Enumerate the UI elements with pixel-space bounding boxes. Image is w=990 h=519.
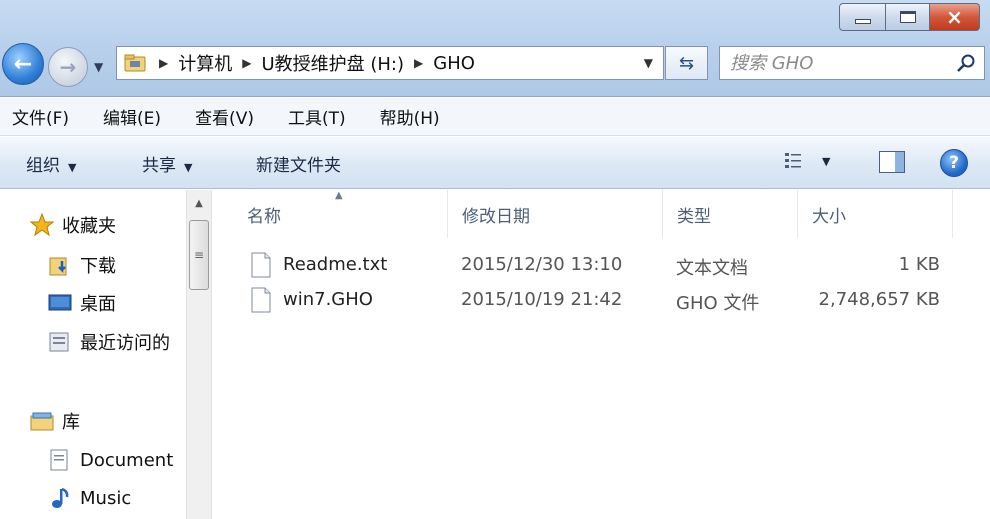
maximize-button[interactable] xyxy=(886,3,930,31)
file-type: 文本文档 xyxy=(676,258,748,279)
menu-view[interactable]: 查看(V) xyxy=(195,104,254,129)
column-header-modified[interactable]: 修改日期 xyxy=(448,190,663,238)
text-file-icon xyxy=(251,252,271,278)
window-controls: × xyxy=(839,3,980,31)
file-list: 名称 ▲ 修改日期 类型 大小 Readme.txt 2015/12/30 13… xyxy=(213,190,990,519)
help-button[interactable]: ? xyxy=(940,149,968,177)
refresh-icon: ⇆ xyxy=(678,52,695,74)
search-box[interactable] xyxy=(719,46,985,80)
menu-tools[interactable]: 工具(T) xyxy=(288,104,346,129)
breadcrumb-separator-icon[interactable]: ▶ xyxy=(242,56,251,70)
minimize-icon xyxy=(854,18,871,24)
nav-item-recent[interactable]: 最近访问的 xyxy=(48,329,170,355)
chevron-down-icon: ▼ xyxy=(822,154,831,168)
file-size: 2,748,657 KB xyxy=(818,289,940,310)
chevron-down-icon: ▼ xyxy=(94,60,104,74)
title-bar: × ← → ▼ ▶ 计算机 ▶ U教授维护盘 (H:) ▶ GHO ▼ ⇆ xyxy=(0,0,990,97)
music-note-icon xyxy=(48,486,72,510)
organize-label: 组织 xyxy=(26,156,60,176)
navigation-pane: 收藏夹 下载 桌面 最近访问的 库 Document Music xyxy=(0,190,186,519)
table-row[interactable]: win7.GHO 2015/10/19 21:42 GHO 文件 2,748,6… xyxy=(213,283,990,317)
column-modified-label: 修改日期 xyxy=(462,206,530,227)
help-icon: ? xyxy=(949,153,959,173)
file-size: 1 KB xyxy=(898,254,940,275)
minimize-button[interactable] xyxy=(839,3,886,31)
recent-pages-dropdown[interactable]: ▼ xyxy=(94,60,103,74)
sort-ascending-icon: ▲ xyxy=(335,190,343,201)
breadcrumb-gho[interactable]: GHO xyxy=(433,53,475,74)
breadcrumb-computer[interactable]: 计算机 xyxy=(178,50,232,76)
navigation-scrollbar[interactable]: ▲ ≡ xyxy=(186,190,212,519)
breadcrumb-separator-icon[interactable]: ▶ xyxy=(159,56,168,70)
menu-edit[interactable]: 编辑(E) xyxy=(103,104,161,129)
share-button[interactable]: 共享 ▼ xyxy=(142,151,192,176)
file-modified: 2015/12/30 13:10 xyxy=(461,254,623,275)
scroll-thumb[interactable]: ≡ xyxy=(189,220,209,290)
organize-button[interactable]: 组织 ▼ xyxy=(26,151,76,176)
nav-label-recent: 最近访问的 xyxy=(80,333,170,354)
file-type: GHO 文件 xyxy=(676,293,760,314)
breadcrumb-separator-icon[interactable]: ▶ xyxy=(414,56,423,70)
view-list-icon xyxy=(785,153,801,168)
nav-label-downloads: 下载 xyxy=(80,256,116,277)
new-folder-button[interactable]: 新建文件夹 xyxy=(256,151,341,176)
forward-button[interactable]: → xyxy=(48,47,88,87)
column-type-label: 类型 xyxy=(677,206,711,227)
scroll-up-icon[interactable]: ▲ xyxy=(187,190,211,216)
nav-item-libraries[interactable]: 库 xyxy=(30,408,80,434)
command-bar: 组织 ▼ 共享 ▼ 新建文件夹 ▼ ? xyxy=(0,137,990,189)
desktop-icon xyxy=(48,291,72,315)
file-modified: 2015/10/19 21:42 xyxy=(461,289,623,310)
nav-label-libraries: 库 xyxy=(62,412,80,433)
chevron-down-icon: ▼ xyxy=(68,161,77,174)
nav-item-downloads[interactable]: 下载 xyxy=(48,252,116,278)
address-dropdown-icon[interactable]: ▼ xyxy=(644,56,653,70)
nav-label-desktop: 桌面 xyxy=(80,294,116,315)
search-input[interactable] xyxy=(730,51,950,75)
computer-folder-icon xyxy=(121,51,149,75)
column-header-size[interactable]: 大小 xyxy=(798,190,953,238)
file-icon xyxy=(251,287,271,313)
file-name: win7.GHO xyxy=(283,289,373,310)
library-icon xyxy=(30,409,54,433)
menu-bar: 文件(F) 编辑(E) 查看(V) 工具(T) 帮助(H) xyxy=(0,98,990,136)
close-icon: × xyxy=(946,5,963,29)
share-label: 共享 xyxy=(142,156,176,176)
nav-label-favorites: 收藏夹 xyxy=(62,216,116,237)
grip-icon: ≡ xyxy=(193,248,205,262)
column-header-type[interactable]: 类型 xyxy=(663,190,798,238)
back-button[interactable]: ← xyxy=(2,43,44,85)
column-name-label: 名称 xyxy=(247,206,281,227)
refresh-button[interactable]: ⇆ xyxy=(665,46,708,80)
nav-label-documents: Document xyxy=(80,449,174,471)
maximize-icon xyxy=(899,11,916,23)
change-view-button[interactable]: ▼ xyxy=(784,151,830,171)
nav-item-favorites[interactable]: 收藏夹 xyxy=(30,212,116,238)
arrow-left-icon: ← xyxy=(13,51,33,77)
recent-places-icon xyxy=(48,330,72,354)
nav-item-desktop[interactable]: 桌面 xyxy=(48,290,116,316)
table-row[interactable]: Readme.txt 2015/12/30 13:10 文本文档 1 KB xyxy=(213,248,990,282)
address-bar[interactable]: ▶ 计算机 ▶ U教授维护盘 (H:) ▶ GHO ▼ xyxy=(116,46,664,80)
documents-icon xyxy=(48,448,72,472)
close-button[interactable]: × xyxy=(930,3,980,31)
column-size-label: 大小 xyxy=(812,206,846,227)
nav-label-music: Music xyxy=(80,487,132,509)
nav-item-music[interactable]: Music xyxy=(48,486,131,510)
nav-item-documents[interactable]: Document xyxy=(48,448,173,472)
arrow-right-icon: → xyxy=(59,55,77,79)
breadcrumb-drive[interactable]: U教授维护盘 (H:) xyxy=(261,50,404,76)
chevron-down-icon: ▼ xyxy=(184,161,193,174)
menu-file[interactable]: 文件(F) xyxy=(12,104,69,129)
star-icon xyxy=(30,213,54,237)
file-name: Readme.txt xyxy=(283,254,388,275)
menu-help[interactable]: 帮助(H) xyxy=(380,104,440,129)
downloads-folder-icon xyxy=(48,253,72,277)
preview-pane-button[interactable] xyxy=(879,151,905,173)
search-icon[interactable] xyxy=(956,53,976,73)
